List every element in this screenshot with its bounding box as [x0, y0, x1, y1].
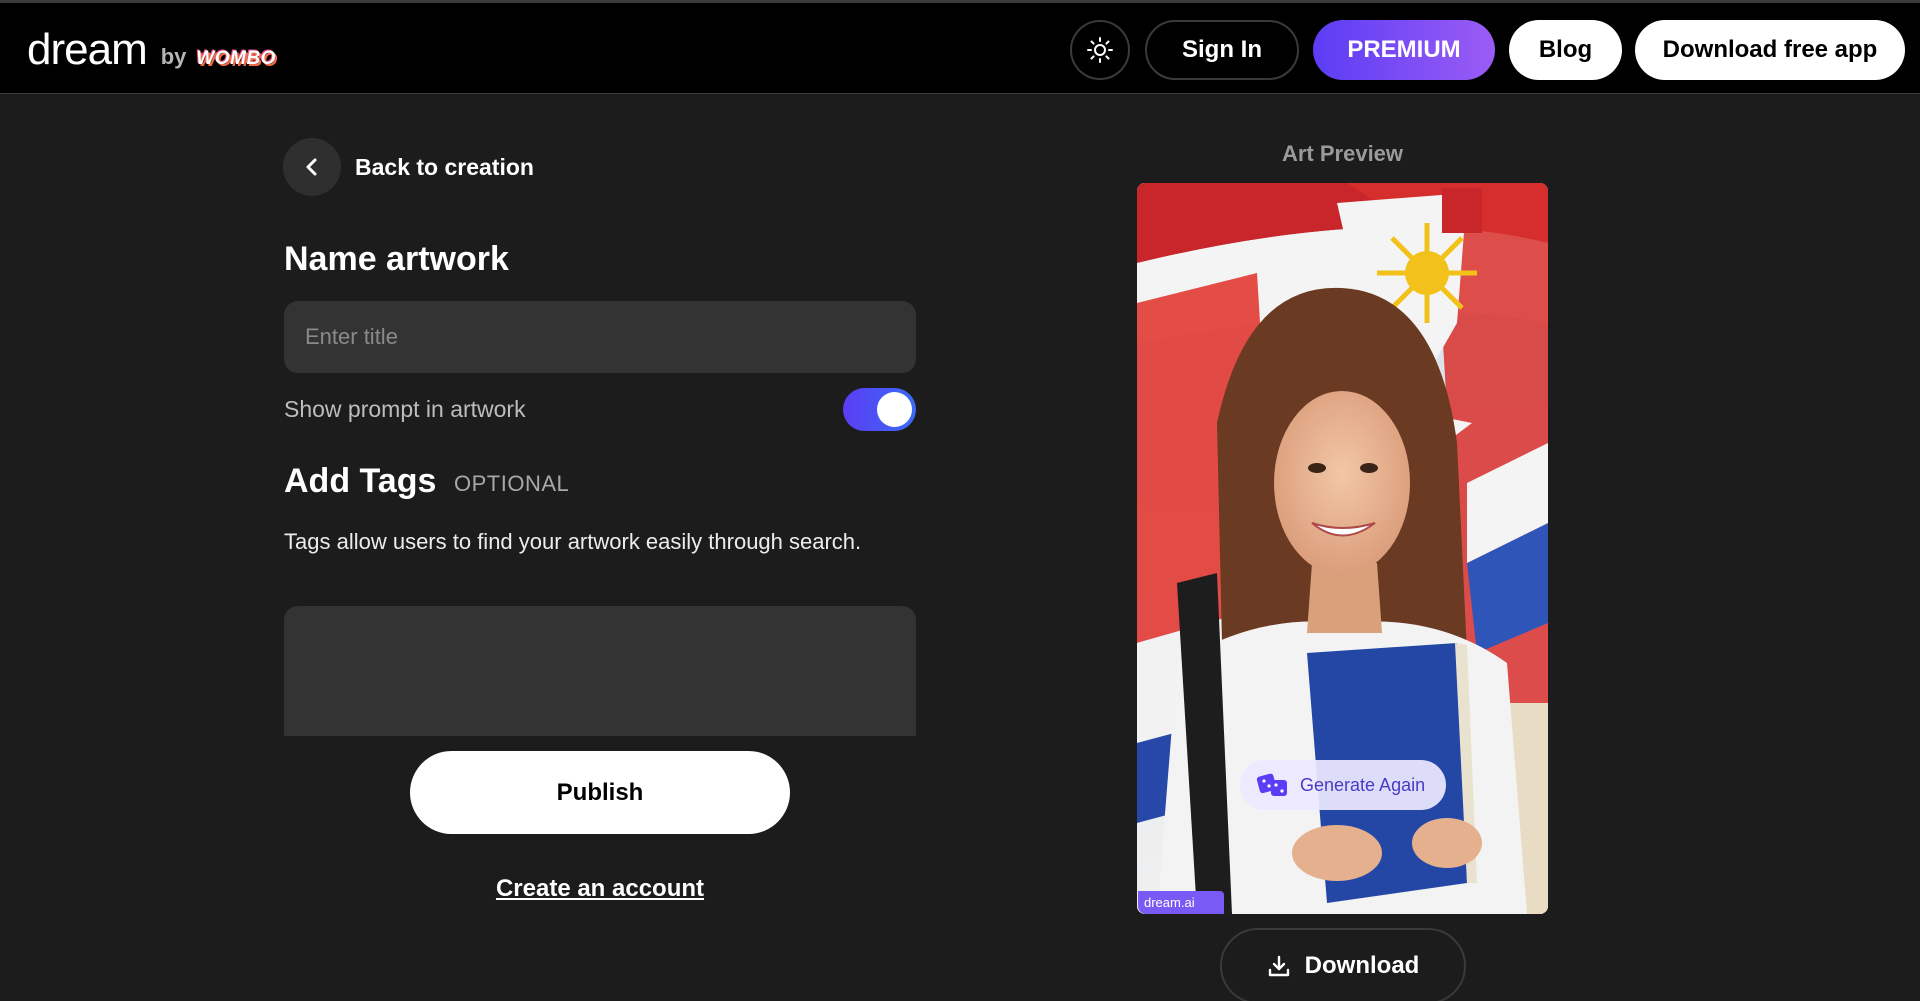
sign-in-button[interactable]: Sign In — [1145, 20, 1299, 80]
blog-button[interactable]: Blog — [1509, 20, 1622, 80]
show-prompt-toggle[interactable] — [843, 388, 916, 431]
generate-again-label: Generate Again — [1300, 774, 1426, 795]
optional-label: OPTIONAL — [454, 471, 570, 496]
publish-button[interactable]: Publish — [410, 751, 790, 834]
dream-watermark: dream.ai — [1138, 891, 1224, 914]
download-app-button[interactable]: Download free app — [1635, 20, 1905, 80]
create-account-link[interactable]: Create an account — [410, 875, 790, 903]
toggle-knob — [877, 392, 912, 427]
show-prompt-label: Show prompt in artwork — [284, 396, 526, 422]
tags-description: Tags allow users to find your artwork ea… — [284, 529, 862, 554]
download-label: Download — [1304, 952, 1420, 979]
download-icon — [1268, 955, 1289, 977]
premium-button[interactable]: PREMIUM — [1313, 20, 1495, 80]
wombo-logo: WOMBO — [196, 48, 276, 69]
tags-input[interactable] — [284, 606, 916, 736]
theme-toggle-button[interactable] — [1070, 20, 1130, 80]
logo-by-text: by — [160, 44, 187, 69]
title-input[interactable] — [284, 301, 916, 373]
top-header: dream by WOMBO Sign In PREMIUM Blog Down… — [0, 0, 1920, 94]
add-tags-heading: Add Tags — [284, 462, 437, 500]
generate-again-button[interactable]: Generate Again — [1240, 760, 1446, 810]
watermark-text: dream.ai — [1144, 895, 1195, 910]
name-artwork-heading: Name artwork — [284, 240, 509, 278]
logo-wordmark: dream — [27, 25, 148, 74]
art-preview-label: Art Preview — [1281, 141, 1404, 166]
dream-logo[interactable]: dream by WOMBO — [27, 25, 276, 75]
download-button[interactable]: Download — [1220, 928, 1466, 1001]
sun-icon — [1087, 37, 1113, 63]
chevron-left-icon — [306, 158, 317, 176]
back-button[interactable] — [283, 138, 341, 196]
back-to-creation-link[interactable]: Back to creation — [355, 154, 534, 181]
dice-icon — [1256, 773, 1287, 796]
